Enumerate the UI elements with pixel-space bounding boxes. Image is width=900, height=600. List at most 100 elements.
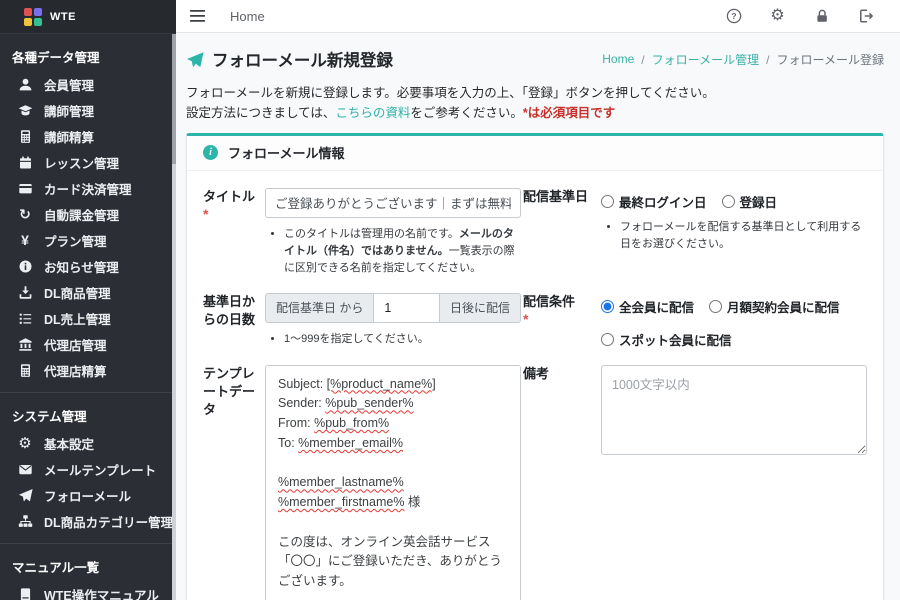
template-data-textarea[interactable]: Subject: [%product_name%] Sender: %pub_s…: [265, 365, 521, 600]
topbar-home-link[interactable]: Home: [230, 9, 265, 24]
sidebar-item-instructors[interactable]: 講師管理: [0, 97, 176, 123]
logo-text: WTE: [50, 11, 76, 23]
yen-icon: ¥: [17, 233, 33, 248]
sidebar-item-label: レッスン管理: [44, 153, 119, 172]
intro-line2-post: をご参考ください。: [410, 106, 523, 120]
credit-card-icon: [17, 181, 33, 196]
radio-spot-members[interactable]: スポット会員に配信: [601, 330, 732, 349]
sidebar-item-card-payments[interactable]: カード決済管理: [0, 175, 176, 201]
sidebar-item-label: フォローメール: [44, 486, 131, 505]
sidebar-item-label: カード決済管理: [44, 179, 132, 198]
svg-text:?: ?: [731, 11, 736, 21]
sidebar-item-notices[interactable]: お知らせ管理: [0, 253, 176, 279]
info-icon: i: [203, 145, 218, 160]
sidebar-item-auto-billing[interactable]: ↻ 自動課金管理: [0, 201, 176, 227]
list-icon: [17, 311, 33, 326]
remarks-textarea[interactable]: [601, 365, 867, 455]
sidebar-item-label: プラン管理: [44, 231, 107, 250]
download-icon: [17, 285, 33, 300]
sidebar-section-system: システム管理: [0, 393, 176, 430]
base-date-help: フォローメールを配信する基準日として利用する日をお選びください。: [607, 219, 867, 253]
page-intro: フォローメールを新規に登録します。必要事項を入力の上、「登録」ボタンを押してくだ…: [186, 83, 884, 124]
sidebar-item-follow-mail[interactable]: フォローメール: [0, 482, 176, 508]
sidebar-section-manual: マニュアル一覧: [0, 544, 176, 581]
sidebar: WTE 各種データ管理 会員管理 講師管理 講師精算 レッスン管理 カード決済管…: [0, 0, 176, 600]
card-title: フォローメール情報: [228, 143, 344, 162]
breadcrumb-follow-mail-mgmt[interactable]: フォローメール管理: [634, 51, 759, 68]
sidebar-item-agency-settlement[interactable]: 代理店精算: [0, 357, 176, 383]
user-icon: [17, 77, 33, 92]
breadcrumb-home[interactable]: Home: [602, 52, 634, 66]
sidebar-item-dl-sales[interactable]: DL売上管理: [0, 305, 176, 331]
base-date-field-label: 配信基準日: [521, 188, 601, 206]
book-icon: [17, 587, 33, 600]
sidebar-item-label: 代理店管理: [44, 335, 107, 354]
refresh-icon: ↻: [17, 207, 33, 222]
follow-mail-info-card: i フォローメール情報 タイトル * このタイトルは管理用の名前です。メールのタ…: [186, 133, 884, 600]
document-link[interactable]: こちらの資料: [335, 106, 410, 120]
sidebar-item-lessons[interactable]: レッスン管理: [0, 149, 176, 175]
title-input[interactable]: [265, 188, 521, 218]
sidebar-item-wte-manual[interactable]: WTE操作マニュアル: [0, 581, 176, 600]
sidebar-item-label: DL売上管理: [44, 309, 111, 328]
condition-field-label: 配信条件 *: [521, 293, 601, 326]
logout-icon[interactable]: [857, 8, 874, 25]
days-input[interactable]: [373, 293, 440, 323]
settings-icon[interactable]: ⚙: [769, 8, 786, 25]
sidebar-item-dl-products[interactable]: DL商品管理: [0, 279, 176, 305]
main-area: Home ? ⚙ フォローメール新規登録 Home フォローメール管理 フォロー…: [176, 0, 900, 600]
sidebar-item-members[interactable]: 会員管理: [0, 71, 176, 97]
sidebar-item-label: 講師管理: [44, 101, 94, 120]
radio-all-members[interactable]: 全会員に配信: [601, 297, 694, 316]
graduation-cap-icon: [17, 103, 33, 118]
radio-last-login-date[interactable]: 最終ログイン日: [601, 192, 707, 211]
sitemap-icon: [17, 514, 33, 529]
sidebar-item-label: 会員管理: [44, 75, 94, 94]
envelope-icon: [17, 462, 33, 477]
gear-icon: ⚙: [17, 436, 33, 451]
sidebar-item-mail-templates[interactable]: メールテンプレート: [0, 456, 176, 482]
intro-line1: フォローメールを新規に登録します。必要事項を入力の上、「登録」ボタンを押してくだ…: [186, 86, 715, 100]
sidebar-item-label: 講師精算: [44, 127, 94, 146]
sidebar-item-label: WTE操作マニュアル: [44, 585, 159, 600]
lock-icon[interactable]: [813, 8, 830, 25]
sidebar-item-label: お知らせ管理: [44, 257, 119, 276]
help-icon[interactable]: ?: [725, 8, 742, 25]
base-date-radio-group: 最終ログイン日 登録日: [601, 188, 867, 211]
paper-plane-icon: [17, 488, 33, 503]
topbar: Home ? ⚙: [176, 0, 900, 33]
required-note: *は必須項目です: [523, 106, 615, 120]
breadcrumb: Home フォローメール管理 フォローメール登録: [602, 51, 884, 68]
sidebar-item-agencies[interactable]: 代理店管理: [0, 331, 176, 357]
info-icon: [17, 259, 33, 274]
intro-line2-pre: 設定方法につきましては、: [186, 106, 335, 120]
title-help: このタイトルは管理用の名前です。メールのタイトル（件名）ではありません。一覧表示…: [271, 226, 521, 277]
hamburger-menu-icon[interactable]: [190, 9, 206, 23]
sidebar-item-label: DL商品カテゴリー管理: [44, 512, 173, 531]
sidebar-item-instructor-settlement[interactable]: 講師精算: [0, 123, 176, 149]
logo-icon: [24, 8, 42, 26]
app-logo[interactable]: WTE: [0, 0, 176, 34]
sidebar-item-dl-categories[interactable]: DL商品カテゴリー管理: [0, 508, 176, 534]
required-asterisk: *: [523, 313, 595, 326]
sidebar-item-plans[interactable]: ¥ プラン管理: [0, 227, 176, 253]
remarks-field-label: 備考: [521, 365, 601, 383]
page-content: フォローメール新規登録 Home フォローメール管理 フォローメール登録 フォロ…: [176, 33, 900, 600]
paper-plane-icon: [186, 50, 204, 68]
days-help: 1〜999を指定してください。: [271, 331, 521, 348]
sidebar-scrollbar[interactable]: [172, 34, 176, 600]
required-asterisk: *: [203, 208, 259, 221]
radio-monthly-members[interactable]: 月額契約会員に配信: [709, 297, 840, 316]
sidebar-item-label: 代理店精算: [44, 361, 107, 380]
sidebar-item-basic-settings[interactable]: ⚙ 基本設定: [0, 430, 176, 456]
title-field-label: タイトル *: [203, 188, 265, 221]
days-prefix: 配信基準日 から: [265, 293, 373, 323]
radio-registration-date[interactable]: 登録日: [722, 192, 778, 211]
sidebar-item-label: メールテンプレート: [44, 460, 156, 479]
calculator-icon: [17, 129, 33, 144]
bank-icon: [17, 337, 33, 352]
page-title: フォローメール新規登録: [212, 47, 393, 71]
sidebar-item-label: 基本設定: [44, 434, 94, 453]
days-input-group: 配信基準日 から 日後に配信: [265, 293, 521, 323]
sidebar-section-data: 各種データ管理: [0, 34, 176, 71]
